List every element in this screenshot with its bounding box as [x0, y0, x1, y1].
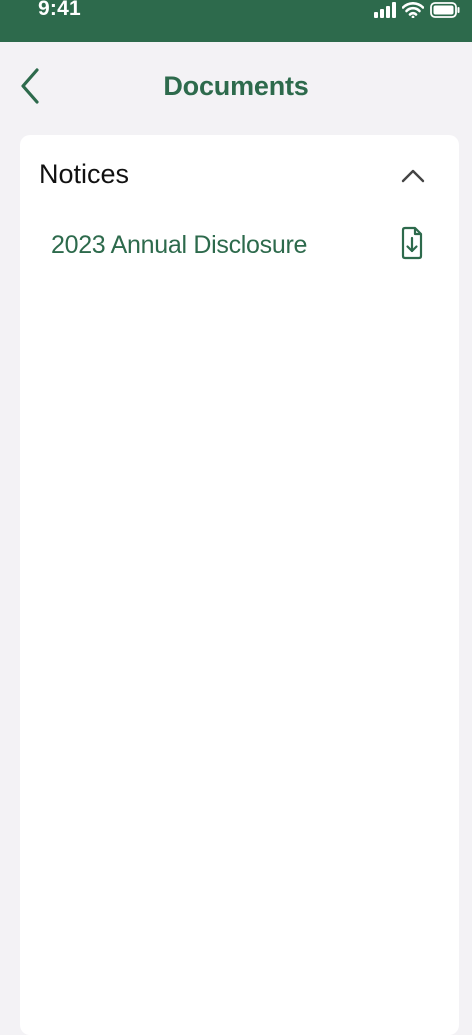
chevron-up-icon[interactable] [401, 167, 425, 183]
wifi-icon [402, 2, 424, 18]
status-icons [374, 0, 460, 20]
signal-icon [374, 2, 396, 18]
file-download-icon[interactable] [400, 226, 424, 260]
navigation-bar: Documents [0, 42, 472, 134]
documents-card: Notices 2023 Annual Disclosure [20, 135, 459, 1035]
document-link[interactable]: 2023 Annual Disclosure [51, 231, 307, 260]
battery-icon [430, 2, 460, 18]
page-title: Documents [163, 71, 309, 101]
status-bar: 9:41 [0, 0, 472, 42]
status-time: 9:41 [38, 0, 81, 20]
section-title: Notices [39, 159, 130, 189]
section-header-notices[interactable]: Notices [20, 135, 459, 219]
list-item[interactable]: 2023 Annual Disclosure [20, 219, 459, 275]
